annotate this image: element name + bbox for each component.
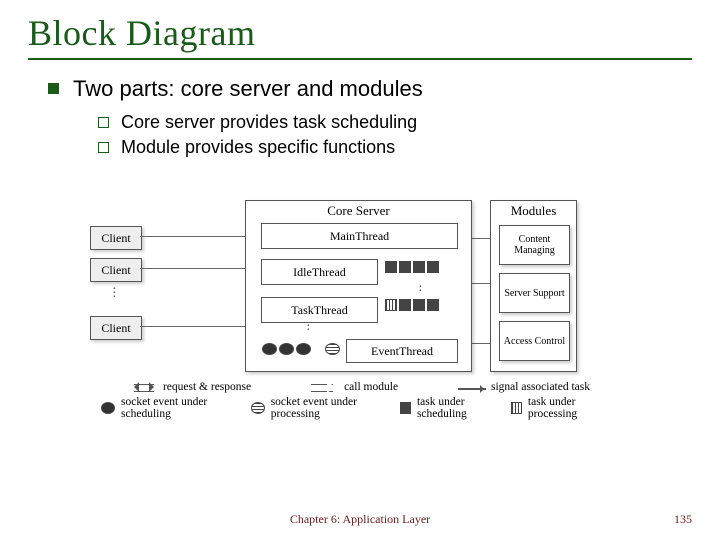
core-server-group: Core Server MainThread IdleThread ·· Tas… [245, 200, 472, 372]
event-thread-box: EventThread [346, 339, 458, 363]
bullet-level1: Two parts: core server and modules [48, 76, 692, 102]
client-box: Client [90, 258, 142, 282]
connector [140, 268, 245, 269]
event-current-icon [324, 343, 341, 359]
connector [470, 238, 490, 239]
legend-item: socket event under processing [250, 396, 399, 420]
open-arrow-icon [311, 382, 339, 392]
legend: request & response call module signal as… [100, 378, 620, 423]
vdots-icon: ·· [418, 286, 423, 294]
double-arrow-icon [130, 382, 158, 392]
legend-item: signal associated task [458, 381, 590, 393]
connector [140, 236, 245, 237]
square-hatch-icon [511, 402, 522, 414]
slide-title: Block Diagram [28, 12, 692, 54]
vdots-icon: ··· [112, 288, 117, 300]
ellipse-fill-icon [101, 402, 115, 414]
ellipse-hatch-icon [251, 402, 265, 414]
connector [470, 343, 490, 344]
bullet-icon [48, 83, 59, 94]
title-rule [28, 58, 692, 60]
core-server-label: Core Server [246, 203, 471, 219]
bullet-level2: Core server provides task scheduling [98, 112, 692, 133]
legend-item: task under processing [510, 396, 620, 420]
task-thread-box: TaskThread [261, 297, 378, 323]
client-box: Client [90, 316, 142, 340]
idle-thread-box: IdleThread [261, 259, 378, 285]
module-box: Content Managing [499, 225, 570, 265]
task-queue-icon [384, 299, 440, 315]
slide: Block Diagram Two parts: core server and… [0, 0, 720, 540]
bullet-text: Two parts: core server and modules [73, 76, 423, 102]
legend-item: task under scheduling [399, 396, 510, 420]
bullet-text: Module provides specific functions [121, 137, 395, 158]
bullet-icon [98, 117, 109, 128]
legend-item: socket event under scheduling [100, 396, 250, 420]
client-box: Client [90, 226, 142, 250]
architecture-diagram: Client Client ··· Client Core Server Mai… [80, 178, 640, 438]
main-thread-box: MainThread [261, 223, 458, 249]
event-queue-icon [261, 343, 312, 359]
footer-chapter: Chapter 6: Application Layer [0, 512, 720, 527]
modules-label: Modules [491, 203, 576, 219]
bullet-icon [98, 142, 109, 153]
legend-item: request & response [130, 381, 251, 393]
bullet-level2: Module provides specific functions [98, 137, 692, 158]
legend-item: call module [311, 381, 398, 393]
module-box: Server Support [499, 273, 570, 313]
connector [470, 283, 490, 284]
module-box: Access Control [499, 321, 570, 361]
solid-arrow-icon [458, 388, 486, 390]
connector [140, 326, 245, 327]
footer: Chapter 6: Application Layer 135 [0, 512, 720, 530]
page-number: 135 [674, 512, 692, 527]
modules-group: Modules Content Managing Server Support … [490, 200, 577, 372]
bullet-text: Core server provides task scheduling [121, 112, 417, 133]
vdots-icon: ·· [306, 325, 311, 333]
square-fill-icon [400, 402, 411, 414]
task-queue-icon [384, 261, 440, 277]
